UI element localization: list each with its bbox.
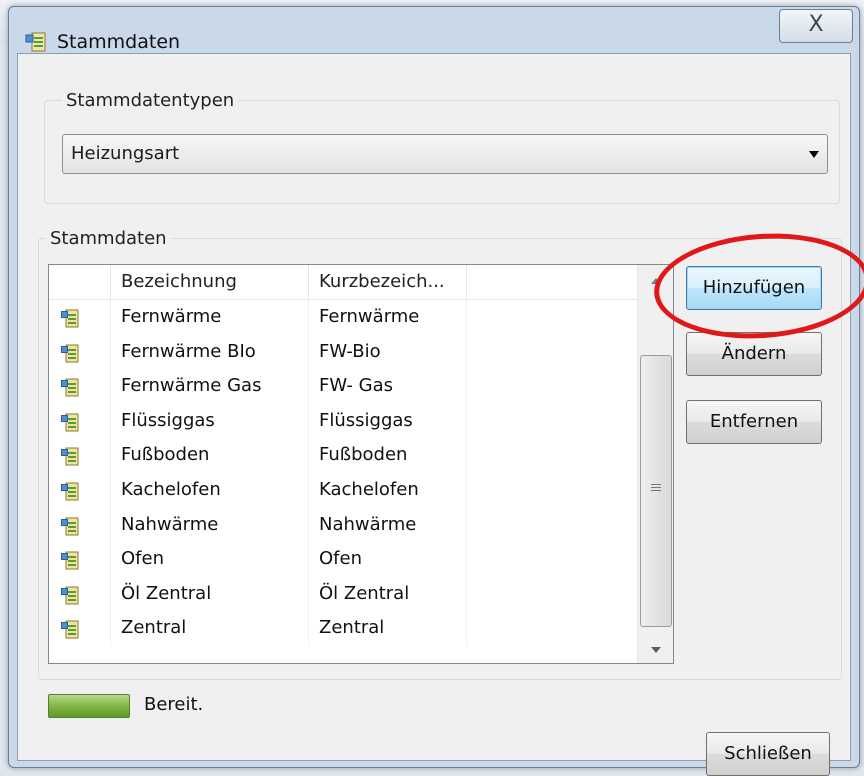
row-icon-cell	[49, 403, 111, 439]
edit-button[interactable]: Ändern	[686, 332, 822, 376]
record-icon	[61, 549, 79, 570]
record-icon	[61, 307, 79, 328]
row-icon-cell	[49, 369, 111, 404]
remove-button[interactable]: Entfernen	[686, 400, 822, 444]
row-icon-cell	[49, 300, 111, 335]
close-button[interactable]: Schließen	[706, 732, 830, 776]
row-empty	[467, 335, 637, 370]
row-empty	[467, 404, 637, 439]
table-row[interactable]: Fernwärme Gas FW- Gas	[49, 369, 637, 404]
row-name: Nahwärme	[111, 507, 309, 543]
row-short: Kachelofen	[309, 473, 467, 508]
scroll-up-icon[interactable]	[651, 278, 661, 284]
record-icon	[61, 584, 79, 605]
row-empty	[467, 300, 637, 335]
row-empty	[467, 542, 637, 577]
row-icon-cell	[49, 611, 111, 646]
record-icon	[61, 480, 79, 501]
row-short: Öl Zentral	[309, 576, 467, 612]
row-empty	[467, 473, 637, 508]
type-select-value: Heizungsart	[71, 143, 180, 164]
app-icon	[25, 32, 46, 52]
row-name: Flüssiggas	[111, 403, 309, 439]
row-empty	[467, 508, 637, 543]
record-icon	[61, 618, 79, 639]
row-icon-cell	[49, 576, 111, 612]
row-short: Fußboden	[309, 438, 467, 473]
column-header-empty	[467, 265, 637, 299]
chevron-down-icon	[809, 151, 819, 158]
row-icon-cell	[49, 334, 111, 370]
row-name: Fußboden	[111, 438, 309, 473]
dialog-body: Stammdatentypen Heizungsart Stammdaten B…	[17, 53, 864, 776]
column-header-name[interactable]: Bezeichnung	[111, 265, 309, 299]
stammdaten-dialog: Stammdaten X Stammdatentypen Heizungsart…	[8, 6, 864, 776]
scroll-down-icon[interactable]	[651, 647, 661, 653]
record-icon	[61, 342, 79, 363]
table-row[interactable]: Flüssiggas Flüssiggas	[49, 403, 637, 439]
row-short: Nahwärme	[309, 507, 467, 543]
row-icon-cell	[49, 438, 111, 473]
column-header-icon[interactable]	[49, 265, 111, 299]
row-name: Zentral	[111, 611, 309, 646]
row-empty	[467, 611, 637, 646]
table-row[interactable]: Zentral Zentral	[49, 611, 637, 646]
scroll-thumb[interactable]	[640, 355, 672, 627]
record-icon	[61, 515, 79, 536]
table-row[interactable]: Fernwärme Fernwärme	[49, 300, 637, 335]
status-text: Bereit.	[144, 694, 204, 715]
window-close-button[interactable]: X	[779, 9, 853, 43]
record-icon	[61, 411, 79, 432]
close-icon: X	[808, 12, 824, 37]
table-row[interactable]: Fußboden Fußboden	[49, 438, 637, 473]
row-empty	[467, 438, 637, 473]
row-empty	[467, 577, 637, 612]
title-bar: Stammdaten X	[9, 7, 859, 53]
data-list[interactable]: Bezeichnung Kurzbezeich... Fernwärme Fern…	[48, 264, 674, 664]
type-select[interactable]: Heizungsart	[62, 134, 828, 174]
row-short: Zentral	[309, 611, 467, 646]
row-short: FW-Bio	[309, 334, 467, 370]
table-row[interactable]: Kachelofen Kachelofen	[49, 473, 637, 508]
progress-bar	[48, 694, 130, 718]
row-name: Fernwärme	[111, 300, 309, 335]
column-header-short[interactable]: Kurzbezeich...	[309, 265, 467, 299]
list-header: Bezeichnung Kurzbezeich...	[49, 265, 637, 300]
table-row[interactable]: Ofen Ofen	[49, 542, 637, 577]
row-icon-cell	[49, 507, 111, 543]
record-icon	[61, 376, 79, 397]
table-row[interactable]: Fernwärme BIo FW-Bio	[49, 334, 637, 370]
add-button[interactable]: Hinzufügen	[686, 266, 822, 310]
vertical-scrollbar[interactable]	[637, 265, 673, 663]
row-short: FW- Gas	[309, 369, 467, 404]
record-icon	[61, 445, 79, 466]
row-icon-cell	[49, 542, 111, 577]
row-name: Kachelofen	[111, 473, 309, 508]
row-short: Flüssiggas	[309, 403, 467, 439]
data-group-legend: Stammdaten	[46, 228, 171, 249]
grip-icon	[651, 484, 661, 494]
row-empty	[467, 369, 637, 404]
table-row[interactable]: Öl Zentral Öl Zentral	[49, 576, 637, 612]
row-icon-cell	[49, 473, 111, 508]
row-name: Fernwärme Gas	[111, 369, 309, 404]
window-title: Stammdaten	[57, 31, 181, 53]
types-group-legend: Stammdatentypen	[62, 90, 239, 111]
row-name: Öl Zentral	[111, 576, 309, 612]
row-short: Fernwärme	[309, 300, 467, 335]
row-name: Fernwärme BIo	[111, 334, 309, 370]
row-name: Ofen	[111, 542, 309, 577]
row-short: Ofen	[309, 542, 467, 577]
table-row[interactable]: Nahwärme Nahwärme	[49, 507, 637, 543]
